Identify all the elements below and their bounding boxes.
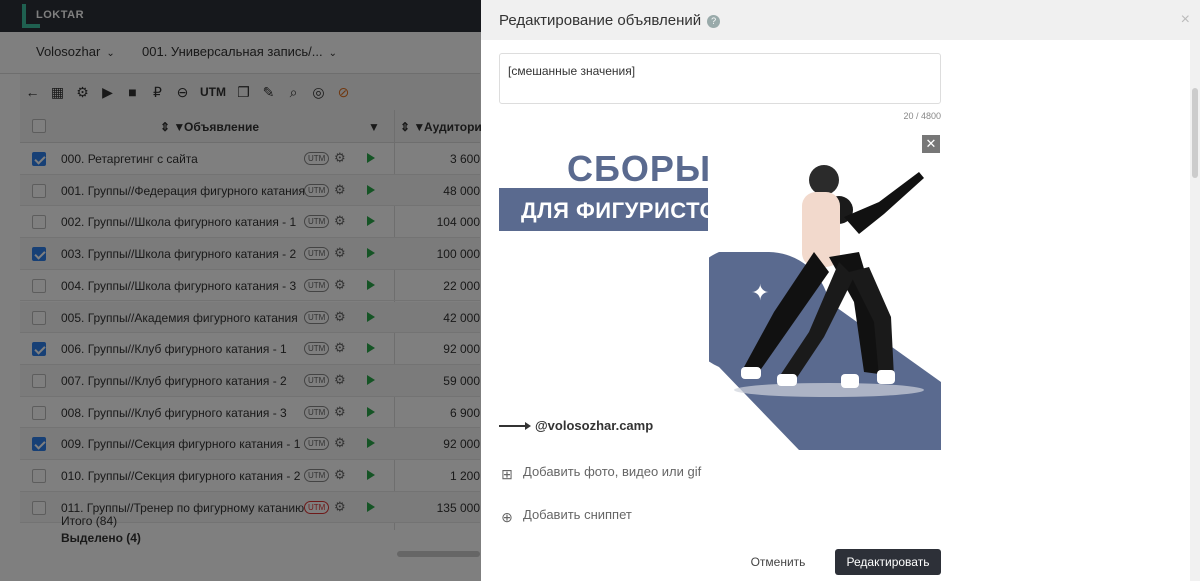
add-snippet-button[interactable]: ⊕ Добавить сниппет [499, 507, 632, 526]
submit-edit-button[interactable]: Редактировать [835, 549, 941, 575]
creative-subheadline-box: ДЛЯ ФИГУРИСТОВ [499, 188, 733, 231]
add-media-label: Добавить фото, видео или gif [523, 464, 702, 479]
add-media-button[interactable]: ⊞ Добавить фото, видео или gif [499, 464, 701, 483]
panel-title-text: Редактирование объявлений [499, 12, 702, 29]
skaters-figure [734, 165, 924, 397]
scrollbar-thumb[interactable] [1192, 88, 1198, 178]
panel-scrollbar[interactable] [1190, 40, 1200, 581]
add-snippet-label: Добавить сниппет [523, 507, 632, 522]
char-counter: 20 / 4800 [903, 111, 941, 121]
ad-text-field[interactable]: [смешанные значения] [499, 53, 941, 104]
panel-header: Редактирование объявлений? × [481, 0, 1200, 40]
close-icon[interactable]: × [1181, 11, 1190, 29]
add-media-icon: ⊞ [501, 466, 513, 482]
edit-ads-panel: Редактирование объявлений? × [смешанные … [481, 0, 1200, 581]
plus-circle-icon: ⊕ [501, 509, 513, 525]
creative-subheadline: ДЛЯ ФИГУРИСТОВ [521, 198, 734, 223]
sparkle-icon: ✦ [751, 280, 770, 305]
help-icon[interactable]: ? [707, 15, 721, 28]
arrow-icon [499, 422, 531, 430]
cancel-button[interactable]: Отменить [743, 550, 813, 574]
ad-creative-image: СБОРЫ ДЛЯ ФИГУРИСТОВ ✦ @volosozhar.camp … [499, 132, 941, 450]
remove-image-icon[interactable]: ✕ [922, 135, 940, 153]
modal-backdrop[interactable] [0, 0, 481, 581]
creative-headline: СБОРЫ [567, 148, 712, 189]
panel-title: Редактирование объявлений? [499, 12, 721, 29]
creative-handle: @volosozhar.camp [535, 418, 654, 433]
